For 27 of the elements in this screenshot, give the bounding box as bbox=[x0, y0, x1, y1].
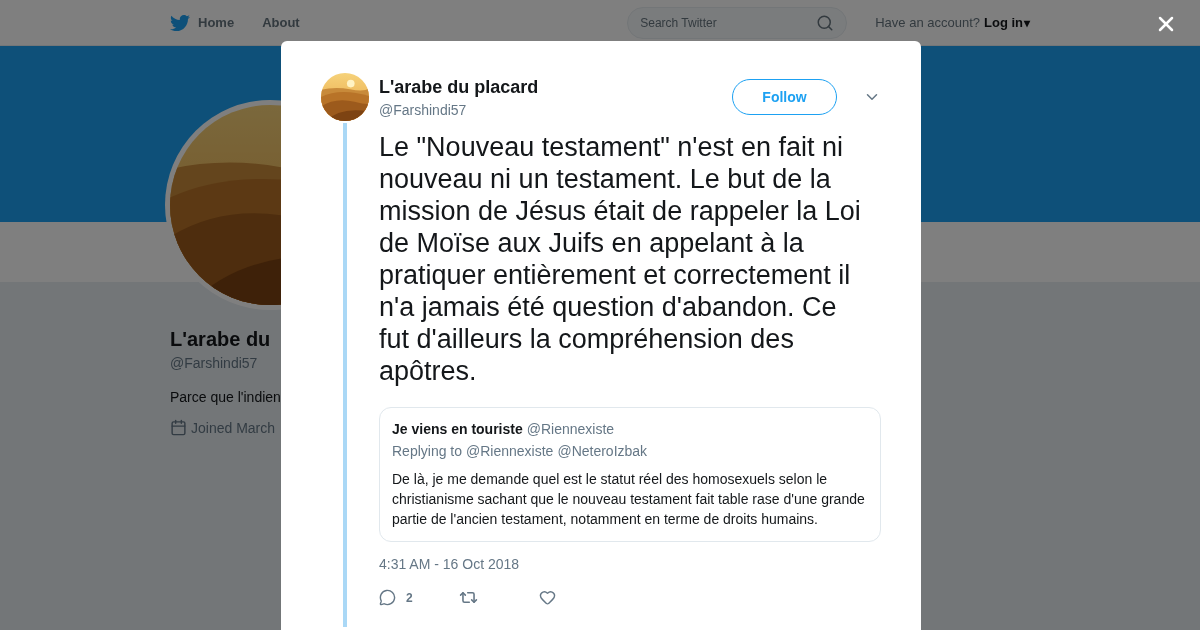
heart-icon bbox=[539, 589, 556, 606]
quoted-text: De là, je me demande quel est le statut réel des homosexuels selon le christianisme sachant que le nouveau testament fait table rase d'une grande partie de l'ancien testament, notamment en terme de droits humains. bbox=[392, 470, 866, 529]
author-handle: @Farshindi57 bbox=[379, 101, 468, 118]
login-link[interactable]: Log in▾ bbox=[984, 15, 1030, 30]
follow-button[interactable]: Follow bbox=[732, 79, 837, 115]
quoted-tweet[interactable] bbox=[379, 407, 881, 542]
profile-bio: Parce que l'indien bbox=[170, 389, 281, 405]
tweet-text: Le "Nouveau testament" n'est en fait ni nouveau ni un testament. Le but de la mission de Jésus était de rappeler la Loi de Moïse aux Juifs en appelant à la pratiquer entièrement et correctement il n'a jamais été question d'abandon. Ce fut d'ailleurs la compréhension des apôtres. bbox=[379, 131, 862, 387]
account-prompt: Have an account? bbox=[875, 15, 980, 30]
nav-link[interactable]: Home bbox=[170, 12, 235, 33]
nav-link[interactable]: About bbox=[262, 15, 300, 30]
search-field[interactable]: Search Twitter bbox=[627, 6, 848, 39]
quoted-author-name: Je viens en touriste bbox=[392, 421, 523, 437]
profile-handle: @Farshindi57 bbox=[170, 355, 259, 371]
search-icon bbox=[816, 13, 835, 32]
tweet-timestamp: 4:31 AM - 16 Oct 2018 bbox=[379, 556, 521, 572]
profile-name: L'arabe du bbox=[170, 328, 272, 351]
reply-icon bbox=[379, 589, 396, 606]
mention-link[interactable]: @NeteroIzbak bbox=[557, 443, 648, 459]
author-name: L'arabe du placard bbox=[379, 76, 540, 98]
reply-button[interactable]: 2 bbox=[379, 588, 459, 607]
joined-date: Joined March bbox=[191, 419, 276, 436]
quoted-author-handle: @Riennexiste bbox=[526, 421, 615, 437]
replying-label: Replying to bbox=[392, 443, 463, 459]
calendar-icon bbox=[170, 419, 187, 436]
mention-link[interactable]: @Riennexiste bbox=[466, 443, 554, 459]
bird-icon bbox=[170, 12, 190, 33]
